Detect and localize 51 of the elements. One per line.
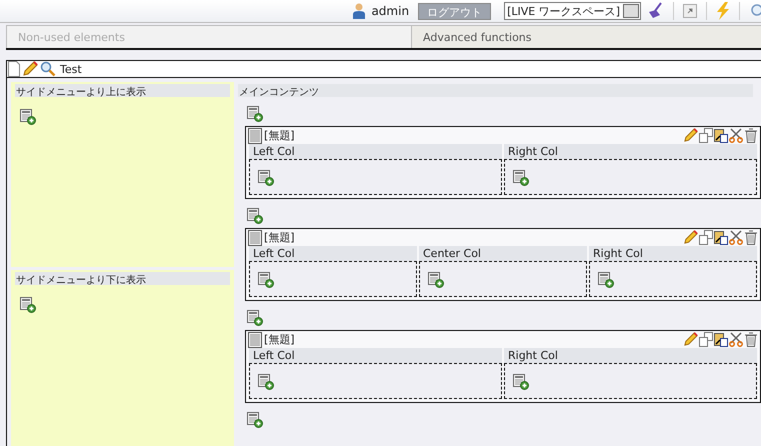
search-icon[interactable] bbox=[40, 61, 56, 77]
block-title: [無題] bbox=[264, 128, 295, 143]
scissors-icon[interactable] bbox=[729, 128, 743, 143]
area-title: メインコンテンツ bbox=[238, 84, 753, 97]
pencil-icon[interactable] bbox=[683, 128, 698, 143]
column-title: Right Col bbox=[589, 246, 757, 261]
column-title: Left Col bbox=[249, 348, 502, 363]
column-title: Right Col bbox=[504, 348, 757, 363]
tab[interactable]: Advanced functions bbox=[411, 26, 761, 48]
add-element-icon[interactable] bbox=[20, 297, 36, 313]
paste-icon[interactable] bbox=[714, 128, 728, 143]
add-element-icon[interactable] bbox=[513, 374, 529, 390]
copy-icon[interactable] bbox=[699, 332, 713, 347]
add-element-icon[interactable] bbox=[428, 272, 444, 288]
area-title: サイドメニューより下に表示 bbox=[15, 272, 230, 285]
add-element-icon[interactable] bbox=[258, 272, 274, 288]
pencil-icon[interactable] bbox=[683, 332, 698, 347]
column-title: Left Col bbox=[249, 246, 417, 261]
column-title: Right Col bbox=[504, 144, 757, 159]
pencil-icon[interactable] bbox=[683, 230, 698, 245]
add-element-icon[interactable] bbox=[247, 412, 263, 428]
add-element-icon[interactable] bbox=[20, 109, 36, 125]
scissors-icon[interactable] bbox=[729, 230, 743, 245]
column-title: Center Col bbox=[419, 246, 587, 261]
trash-icon[interactable] bbox=[744, 230, 758, 245]
paste-icon[interactable] bbox=[714, 332, 728, 347]
add-element-icon[interactable] bbox=[598, 272, 614, 288]
add-element-icon[interactable] bbox=[513, 170, 529, 186]
area-title: サイドメニューより上に表示 bbox=[15, 84, 230, 97]
page-title: Test bbox=[60, 62, 82, 76]
add-element-icon[interactable] bbox=[247, 310, 263, 326]
copy-icon[interactable] bbox=[699, 230, 713, 245]
user-icon bbox=[352, 3, 366, 19]
document-icon[interactable] bbox=[8, 61, 20, 77]
scissors-icon[interactable] bbox=[729, 332, 743, 347]
block-title: [無題] bbox=[264, 332, 295, 347]
block-title: [無題] bbox=[264, 230, 295, 245]
column-title: Left Col bbox=[249, 144, 502, 159]
add-element-icon[interactable] bbox=[247, 208, 263, 224]
popout-icon[interactable] bbox=[683, 4, 697, 18]
paste-icon[interactable] bbox=[714, 230, 728, 245]
add-element-icon[interactable] bbox=[258, 374, 274, 390]
copy-icon[interactable] bbox=[699, 128, 713, 143]
trash-icon[interactable] bbox=[744, 332, 758, 347]
pencil-icon[interactable] bbox=[22, 61, 38, 77]
add-element-icon[interactable] bbox=[258, 170, 274, 186]
add-element-icon[interactable] bbox=[247, 106, 263, 122]
trash-icon[interactable] bbox=[744, 128, 758, 143]
broom-icon[interactable] bbox=[646, 2, 664, 20]
user-name: admin bbox=[371, 4, 410, 18]
workspace-select[interactable]: [LIVE ワークスペース] bbox=[504, 2, 641, 20]
